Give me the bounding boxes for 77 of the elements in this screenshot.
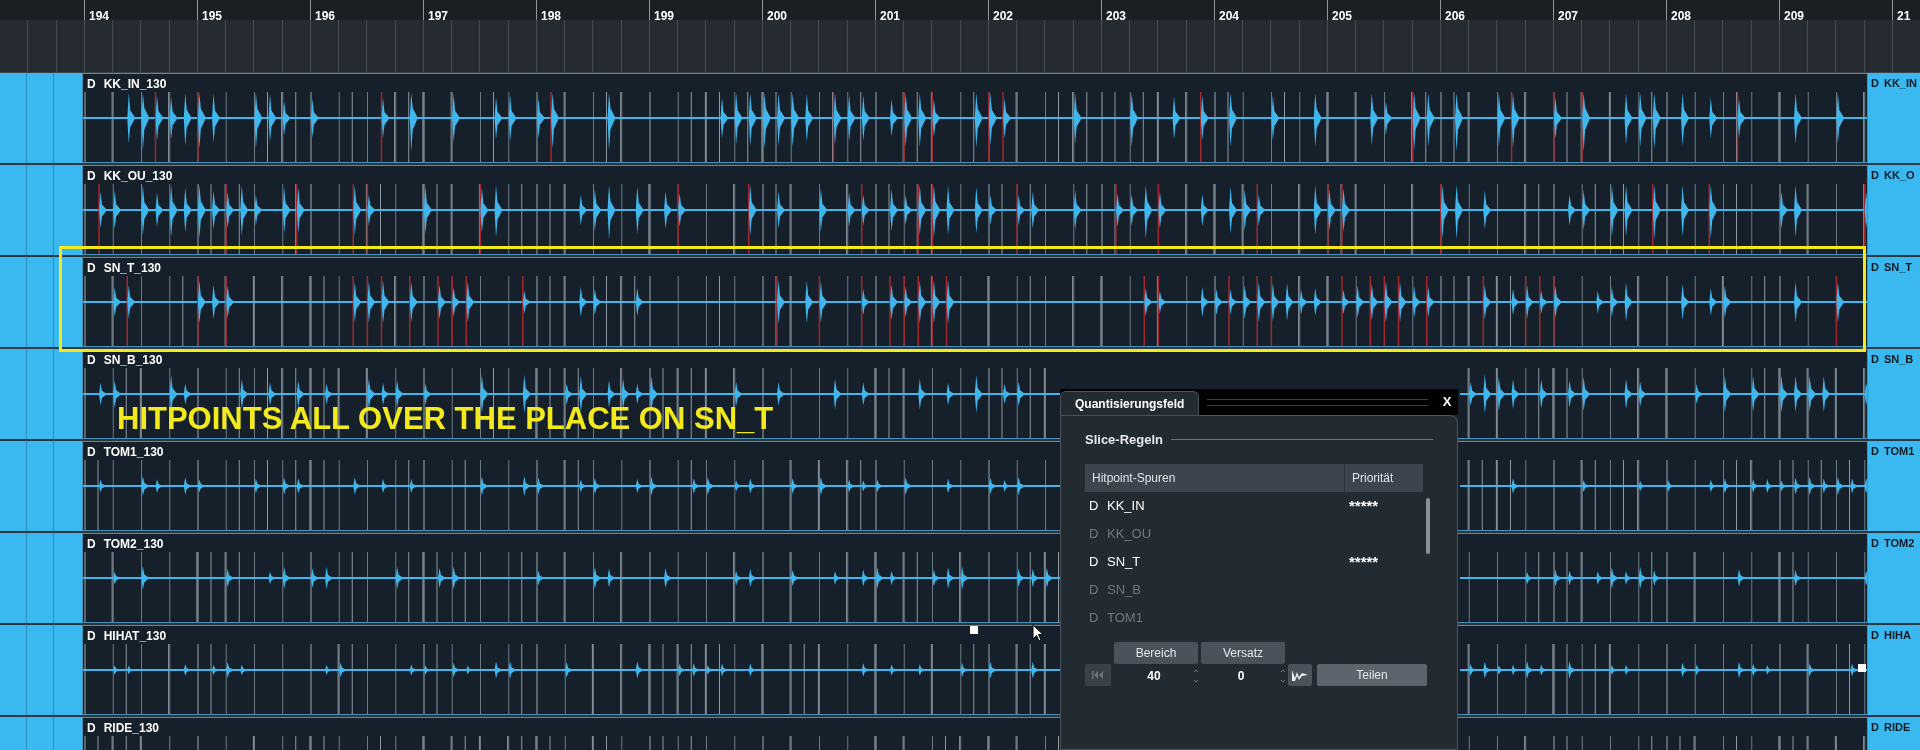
bar-number: 206 xyxy=(1445,9,1466,23)
track-name: KK_OU_130 xyxy=(103,169,173,184)
track-name: HIHAT_130 xyxy=(103,629,167,644)
number-field[interactable]: 0 xyxy=(1201,665,1285,686)
bar-number: 204 xyxy=(1219,9,1240,23)
bar-number: 196 xyxy=(315,9,336,23)
track-prefix: D xyxy=(1088,496,1100,515)
track-name: TOM1 xyxy=(1883,444,1915,458)
track-prefix: D xyxy=(1871,260,1879,274)
bar-number: 209 xyxy=(1784,9,1805,23)
track-prefix: D xyxy=(1088,580,1100,599)
track-name: KK_O xyxy=(1883,168,1915,182)
column-header[interactable]: Hitpoint-Spuren xyxy=(1085,463,1345,492)
priority-rating: ***** xyxy=(1348,495,1380,516)
audio-event[interactable]: D KK_IN_130 xyxy=(82,73,1868,163)
track-prefix: D xyxy=(87,261,96,276)
close-button[interactable]: X xyxy=(1436,389,1458,415)
event-handle[interactable] xyxy=(970,626,978,634)
column-header[interactable]: Priorität xyxy=(1345,463,1423,492)
track-prefix: D xyxy=(1871,76,1879,90)
track-name: SN_T xyxy=(1883,260,1913,274)
panel-tab[interactable]: Quantisierungsfeld xyxy=(1060,391,1200,415)
track-prefix: D xyxy=(87,77,96,92)
track-name: TOM2_130 xyxy=(103,537,164,552)
track-prefix: D xyxy=(1871,720,1879,734)
track-prefix: D xyxy=(87,721,96,736)
number-field[interactable]: 40 xyxy=(1114,665,1198,686)
track-name: TOM2 xyxy=(1883,536,1915,550)
bar-number: 205 xyxy=(1332,9,1353,23)
bar-number: 197 xyxy=(428,9,449,23)
field-label: Bereich xyxy=(1114,641,1198,664)
mouse-pointer-icon xyxy=(1032,624,1044,642)
hitpoint-track-row[interactable]: D SN_T ***** xyxy=(1085,547,1423,576)
bar-number: 203 xyxy=(1106,9,1127,23)
track-name: SN_B xyxy=(1883,352,1914,366)
bar-number: 21 xyxy=(1897,9,1911,23)
track-prefix: D xyxy=(1871,444,1879,458)
skip-back-icon xyxy=(1092,670,1104,679)
track-name: SN_T_130 xyxy=(103,261,162,276)
track-name: RIDE xyxy=(1883,720,1911,734)
event-handle[interactable] xyxy=(1858,664,1866,672)
track-name: SN_T xyxy=(1107,552,1142,571)
track-prefix: D xyxy=(1871,352,1879,366)
bar-number: 195 xyxy=(202,9,223,23)
track-prefix: D xyxy=(87,445,96,460)
track-prefix: D xyxy=(1871,628,1879,642)
audio-event[interactable]: D KK_OU_130 xyxy=(82,165,1868,255)
track-prefix: D xyxy=(87,537,96,552)
bar-number: 200 xyxy=(767,9,788,23)
bar-number: 194 xyxy=(89,9,110,23)
track-name: SN_B xyxy=(1107,580,1142,599)
track-prefix: D xyxy=(1871,536,1879,550)
track-prefix: D xyxy=(87,629,96,644)
track-prefix: D xyxy=(1088,552,1100,571)
track-name: SN_B_130 xyxy=(103,353,163,368)
bar-number: 199 xyxy=(654,9,675,23)
track-name: TOM1_130 xyxy=(103,445,164,460)
bar-number: 202 xyxy=(993,9,1014,23)
track-prefix: D xyxy=(87,169,96,184)
track-name: KK_IN xyxy=(1107,496,1146,515)
waveform-button[interactable] xyxy=(1288,663,1312,686)
track-prefix: D xyxy=(87,353,96,368)
track-name: HIHA xyxy=(1883,628,1911,642)
hitpoint-track-row[interactable]: D KK_IN ***** xyxy=(1085,491,1423,520)
track-name: RIDE_130 xyxy=(103,721,160,736)
bar-number: 201 xyxy=(880,9,901,23)
track-name: KK_IN_130 xyxy=(103,77,167,92)
track-prefix: D xyxy=(1871,168,1879,182)
bar-number: 198 xyxy=(541,9,562,23)
scrollbar-thumb[interactable] xyxy=(1426,497,1430,554)
priority-rating: ***** xyxy=(1348,551,1380,572)
bar-number: 208 xyxy=(1671,9,1692,23)
bar-number: 207 xyxy=(1558,9,1579,23)
track-name: KK_IN xyxy=(1883,76,1917,90)
audio-event[interactable]: D SN_T_130 xyxy=(82,257,1868,347)
field-label: Versatz xyxy=(1201,641,1285,664)
split-button[interactable]: Teilen xyxy=(1317,663,1427,686)
